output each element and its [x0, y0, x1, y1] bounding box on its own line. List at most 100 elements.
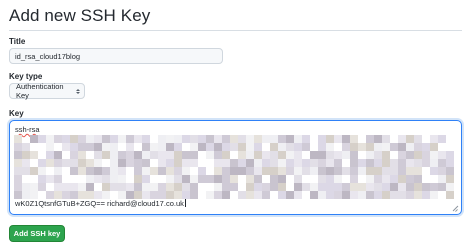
- redacted-pixel: [94, 167, 102, 175]
- redacted-pixel: [222, 159, 230, 167]
- redacted-pixel: [302, 183, 310, 191]
- redacted-pixel: [358, 183, 366, 191]
- redacted-pixel: [246, 143, 254, 151]
- redacted-pixel: [382, 167, 390, 175]
- redacted-pixel: [262, 183, 270, 191]
- redacted-pixel: [214, 175, 222, 183]
- redacted-pixel: [294, 135, 302, 143]
- redacted-pixel: [190, 183, 198, 191]
- redacted-pixel: [438, 175, 446, 183]
- redacted-pixel: [134, 183, 142, 191]
- redacted-pixel: [238, 143, 246, 151]
- redacted-pixel: [110, 143, 118, 151]
- key-suffix-text: wK0Z1QtsnfGTuB+ZGQ== richard@cloud17.co.…: [15, 199, 186, 208]
- redacted-pixel: [358, 191, 366, 199]
- key-prefix-text: ssh-rsa: [15, 125, 40, 134]
- redacted-pixel: [422, 151, 430, 159]
- redacted-pixel: [246, 151, 254, 159]
- redacted-pixel: [374, 159, 382, 167]
- redacted-pixel: [166, 191, 174, 199]
- redacted-pixel: [398, 175, 406, 183]
- redacted-pixel: [110, 167, 118, 175]
- redacted-pixel: [414, 183, 422, 191]
- redacted-pixel: [398, 143, 406, 151]
- redacted-pixel: [38, 183, 46, 191]
- redacted-pixel: [302, 167, 310, 175]
- redacted-pixel: [206, 151, 214, 159]
- redacted-pixel: [294, 183, 302, 191]
- redacted-pixel: [278, 175, 286, 183]
- redacted-pixel: [254, 167, 262, 175]
- redacted-pixel: [254, 191, 262, 199]
- redacted-pixel: [294, 167, 302, 175]
- redacted-pixel: [118, 175, 126, 183]
- redacted-pixel: [70, 191, 78, 199]
- redacted-pixel: [78, 167, 86, 175]
- redacted-pixel: [438, 151, 446, 159]
- redacted-pixel: [206, 191, 214, 199]
- key-type-select[interactable]: Authentication Key: [9, 82, 85, 100]
- redacted-pixel: [118, 183, 126, 191]
- redacted-pixel: [358, 167, 366, 175]
- redacted-pixel: [30, 135, 38, 143]
- redacted-pixel: [446, 175, 454, 183]
- redacted-pixel: [246, 167, 254, 175]
- redacted-pixel: [126, 191, 134, 199]
- redacted-pixel: [446, 151, 454, 159]
- redacted-pixel: [414, 175, 422, 183]
- redacted-pixel: [398, 191, 406, 199]
- redacted-pixel: [414, 167, 422, 175]
- redacted-pixel: [182, 183, 190, 191]
- redacted-pixel: [94, 159, 102, 167]
- redacted-pixel: [214, 143, 222, 151]
- redacted-pixel: [446, 191, 454, 199]
- redacted-pixel: [414, 191, 422, 199]
- redacted-pixel: [14, 159, 22, 167]
- redacted-pixel: [326, 191, 334, 199]
- redacted-pixel: [430, 191, 438, 199]
- title-input[interactable]: [9, 48, 223, 64]
- redacted-pixel: [38, 135, 46, 143]
- redacted-pixel: [302, 143, 310, 151]
- resize-grip-icon[interactable]: [452, 205, 458, 211]
- redacted-pixel: [438, 167, 446, 175]
- redacted-pixel: [134, 135, 142, 143]
- key-textarea[interactable]: ssh-rsa wK0Z1QtsnfGTuB+ZGQ== richard@clo…: [9, 120, 462, 215]
- redacted-pixel: [382, 191, 390, 199]
- redacted-pixel: [374, 183, 382, 191]
- redacted-pixel: [270, 167, 278, 175]
- redacted-pixel: [310, 151, 318, 159]
- redacted-pixel: [22, 151, 30, 159]
- redacted-pixel: [238, 159, 246, 167]
- redacted-pixel: [118, 159, 126, 167]
- redacted-pixel: [406, 191, 414, 199]
- redacted-pixel: [246, 191, 254, 199]
- add-ssh-key-button[interactable]: Add SSH key: [9, 225, 65, 242]
- redacted-pixel: [158, 167, 166, 175]
- redacted-pixel: [334, 159, 342, 167]
- redacted-pixel: [70, 167, 78, 175]
- redacted-pixel: [142, 167, 150, 175]
- redacted-pixel: [126, 151, 134, 159]
- redacted-pixel: [278, 159, 286, 167]
- redacted-pixel: [342, 143, 350, 151]
- redacted-pixel: [390, 183, 398, 191]
- redacted-pixel: [342, 167, 350, 175]
- redacted-pixel: [350, 183, 358, 191]
- redacted-pixel: [398, 151, 406, 159]
- key-suffix-value: wK0Z1QtsnfGTuB+ZGQ== richard@cloud17.co.…: [15, 199, 184, 208]
- redacted-pixel: [86, 167, 94, 175]
- redacted-pixel: [142, 175, 150, 183]
- redacted-pixel: [46, 175, 54, 183]
- redacted-pixel: [294, 151, 302, 159]
- redacted-pixel: [174, 143, 182, 151]
- redacted-pixel: [406, 143, 414, 151]
- redacted-pixel: [430, 143, 438, 151]
- redacted-pixel: [198, 135, 206, 143]
- redacted-pixel: [438, 159, 446, 167]
- redacted-pixel: [446, 159, 454, 167]
- redacted-pixel: [70, 159, 78, 167]
- redacted-pixel: [270, 151, 278, 159]
- redacted-pixel: [86, 175, 94, 183]
- redacted-pixel: [334, 191, 342, 199]
